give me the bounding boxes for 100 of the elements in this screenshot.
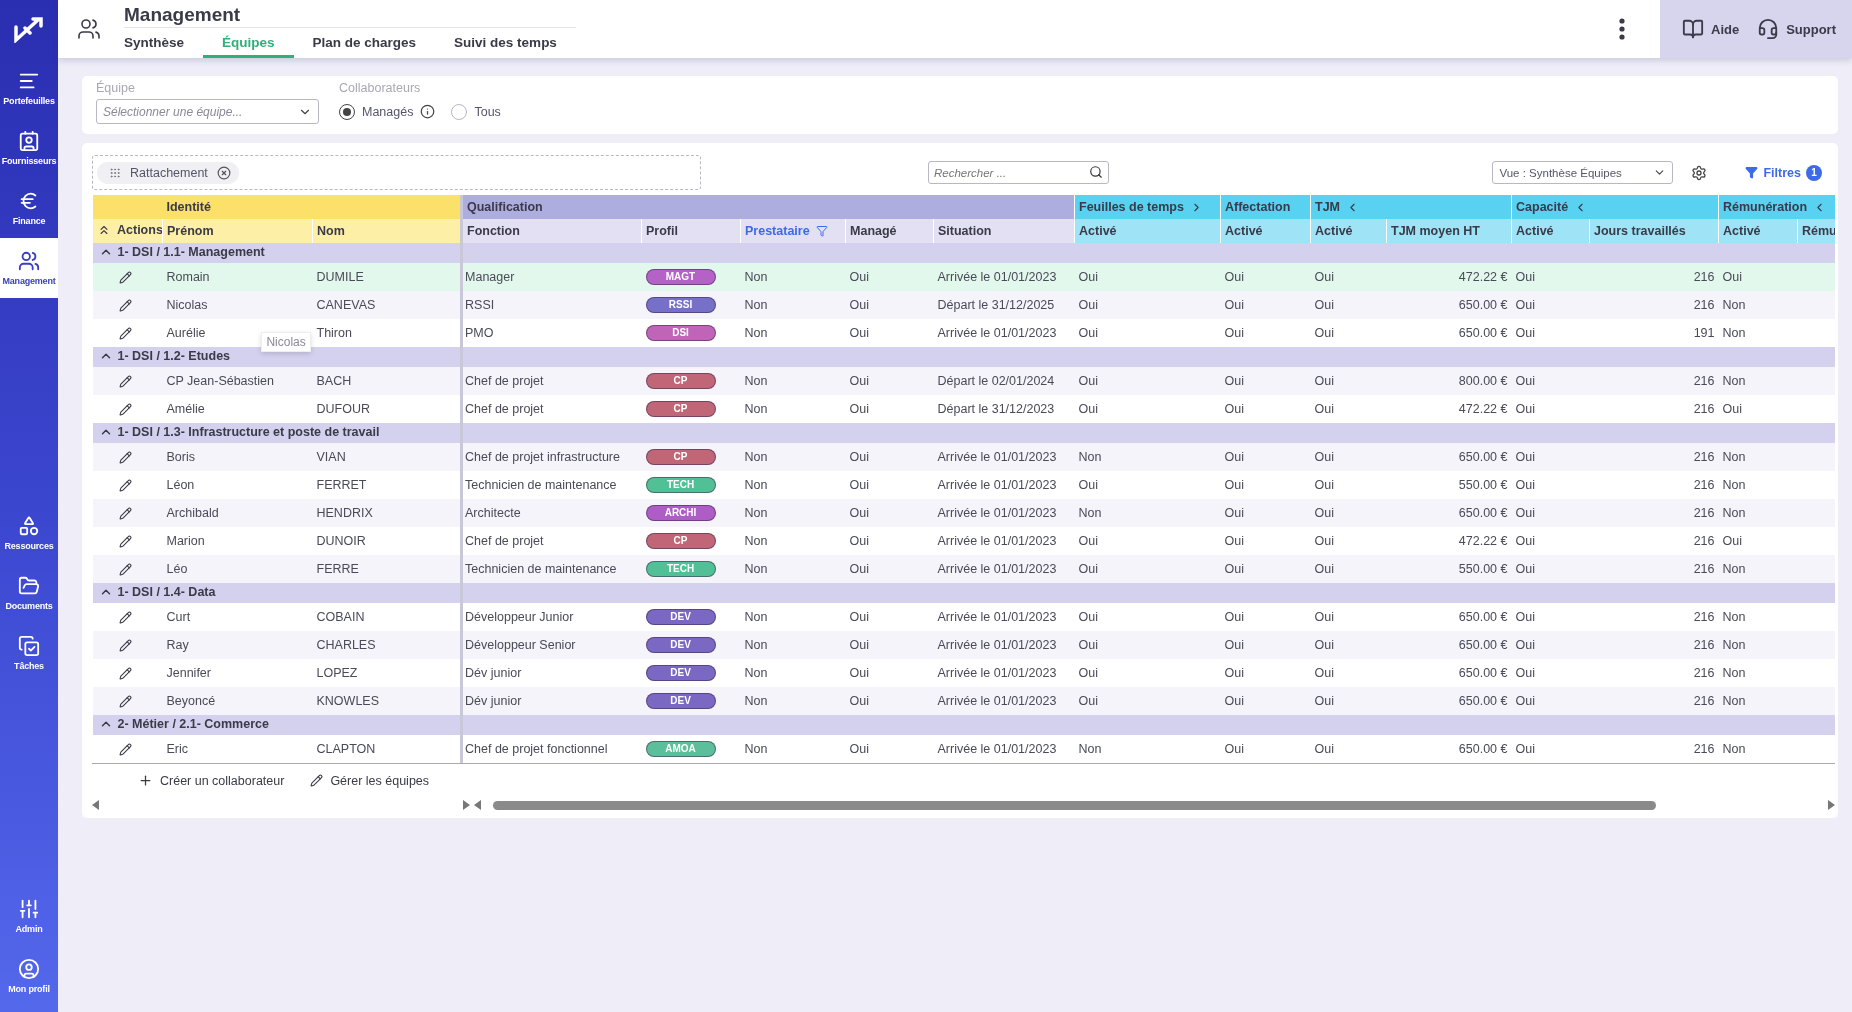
table-cell: Oui — [1074, 471, 1221, 499]
search-field[interactable]: Rechercher ... — [928, 161, 1109, 184]
column-header[interactable]: TJM moyen HT — [1386, 219, 1512, 243]
tab[interactable]: Plan de charges — [293, 28, 436, 58]
table-cell: Ray — [166, 638, 189, 652]
table-cell: Oui — [1074, 395, 1221, 423]
table-cell: Arrivée le 01/01/2023 — [933, 659, 1075, 687]
edit-button[interactable] — [118, 666, 132, 680]
close-icon[interactable] — [216, 165, 231, 180]
edit-button[interactable] — [118, 374, 132, 388]
column-header[interactable]: Situation — [933, 219, 1075, 243]
table-row[interactable]: CP Jean-Sébastien BACH Chef de projet CP Non Oui Départ le 02/01/2024 Oui Oui Oui 800.00 € Oui 216 Non — [92, 367, 1835, 395]
table-row[interactable]: Nicolas CANEVAS RSSI RSSI Non Oui Départ le 31/12/2025 Oui Oui Oui 650.00 € Oui 216 Non — [92, 291, 1835, 319]
pencil-icon — [118, 402, 132, 416]
table-row[interactable]: Boris VIAN Chef de projet infrastructure CP Non Oui Arrivée le 01/01/2023 Non Oui Oui 650.00 € Oui 216 Non — [92, 443, 1835, 471]
table-row[interactable]: Curt COBAIN Développeur Junior DEV Non Oui Arrivée le 01/01/2023 Oui Oui Oui 650.00 € Oui 216 Non — [92, 603, 1835, 631]
edit-button[interactable] — [118, 450, 132, 464]
edit-button[interactable] — [118, 478, 132, 492]
column-group-header: Feuilles de temps — [1079, 200, 1184, 214]
edit-button[interactable] — [118, 534, 132, 548]
filters-button[interactable]: Filtres 1 — [1739, 163, 1828, 182]
edit-button[interactable] — [118, 562, 132, 576]
sidebar-item[interactable]: Admin — [0, 886, 58, 946]
group-chip[interactable]: Rattachement — [97, 161, 239, 184]
table-cell: 550.00 € — [1386, 471, 1512, 499]
column-header[interactable]: Prénom — [162, 219, 313, 243]
table-row[interactable]: Eric CLAPTON Chef de projet fonctionnel AMOA Non Oui Arrivée le 01/01/2023 Non Oui Oui 650.00 € Oui 216 Non — [92, 735, 1835, 763]
column-header[interactable]: Fonction — [461, 219, 642, 243]
sidebar-item[interactable]: Documents — [0, 563, 58, 623]
column-header[interactable]: Managé — [845, 219, 934, 243]
table-row[interactable]: Beyoncé KNOWLES Dév junior DEV Non Oui Arrivée le 01/01/2023 Oui Oui Oui 650.00 € Oui 216 Non — [92, 687, 1835, 715]
table-cell: Arrivée le 01/01/2023 — [933, 471, 1075, 499]
edit-button[interactable] — [118, 270, 132, 284]
table-row[interactable]: Archibald HENDRIX Architecte ARCHI Non Oui Arrivée le 01/01/2023 Non Oui Oui 650.00 € Oui 216 Non — [92, 499, 1835, 527]
table-cell: Curt — [166, 610, 191, 624]
edit-button[interactable] — [118, 298, 132, 312]
sidebar-item[interactable]: Fournisseurs — [0, 118, 58, 178]
column-header[interactable]: Activé — [1074, 219, 1221, 243]
table-row[interactable]: Marion DUNOIR Chef de projet CP Non Oui Arrivée le 01/01/2023 Oui Oui Oui 472.22 € Oui 216 Oui — [92, 527, 1835, 555]
table-cell: Non — [1718, 735, 1798, 763]
scroll-right-arrow[interactable] — [1828, 800, 1835, 810]
table-row[interactable]: Romain DUMILE Manager MAGT Non Oui Arrivée le 01/01/2023 Oui Oui Oui 472.22 € Oui 216 Oui — [92, 263, 1835, 291]
plus-icon — [138, 773, 153, 788]
support-link[interactable]: Support — [1757, 18, 1836, 40]
edit-button[interactable] — [118, 326, 132, 340]
column-header: Actions — [92, 219, 163, 243]
edit-button[interactable] — [118, 742, 132, 756]
column-header[interactable]: Nom — [312, 219, 462, 243]
scroll-left-arrow[interactable] — [92, 800, 99, 810]
table-cell: Oui — [1310, 659, 1387, 687]
column-header[interactable]: Prestataire — [740, 219, 846, 243]
tab[interactable]: Suivi des temps — [435, 28, 576, 58]
edit-button[interactable] — [118, 638, 132, 652]
table-row[interactable]: Ray CHARLES Développeur Senior DEV Non Oui Arrivée le 01/01/2023 Oui Oui Oui 650.00 € Oui 216 Non — [92, 631, 1835, 659]
table-cell: 216 — [1589, 687, 1719, 715]
edit-button[interactable] — [118, 402, 132, 416]
sidebar-item[interactable]: Portefeuilles — [0, 58, 58, 118]
filter-icon[interactable] — [815, 225, 828, 237]
column-group-header: Qualification — [467, 200, 543, 214]
view-select[interactable]: Vue : Synthèse Équipes — [1492, 161, 1674, 184]
column-header[interactable]: Profil — [641, 219, 741, 243]
search-icon[interactable] — [1089, 165, 1103, 179]
pencil-icon — [310, 774, 324, 787]
scroll-right-arrow[interactable] — [463, 800, 470, 810]
sidebar-item[interactable]: Tâches — [0, 623, 58, 683]
table-row[interactable]: Léon FERRET Technicien de maintenance TECH Non Oui Arrivée le 01/01/2023 Oui Oui Oui 550.00 € Oui 216 Non — [92, 471, 1835, 499]
table-row[interactable]: Léo FERRE Technicien de maintenance TECH Non Oui Arrivée le 01/01/2023 Oui Oui Oui 550.00 € Oui 216 Non — [92, 555, 1835, 583]
table-row[interactable]: Jennifer LOPEZ Dév junior DEV Non Oui Arrivée le 01/01/2023 Oui Oui Oui 650.00 € Oui 216 Non — [92, 659, 1835, 687]
table-cell: Oui — [845, 687, 934, 715]
column-header[interactable]: Activé — [1718, 219, 1798, 243]
profile-tag: AMOA — [645, 741, 716, 757]
table-cell: 216 — [1589, 395, 1719, 423]
table-cell: 216 — [1589, 735, 1719, 763]
column-header[interactable]: Activé — [1220, 219, 1311, 243]
checked-copy-icon — [18, 635, 40, 657]
scroll-left-arrow[interactable] — [474, 800, 481, 810]
pencil-icon — [118, 374, 132, 388]
table-cell: Non — [1718, 319, 1798, 347]
table-cell: Oui — [1718, 527, 1798, 555]
column-header[interactable]: Activé — [1511, 219, 1590, 243]
column-header[interactable]: Activé — [1310, 219, 1387, 243]
help-link[interactable]: Aide — [1682, 18, 1740, 40]
sidebar-item[interactable]: Ressources — [0, 503, 58, 563]
scrollbar-thumb[interactable] — [493, 800, 1656, 810]
sidebar-item[interactable]: Mon profil — [0, 946, 58, 1006]
table-row[interactable]: Amélie DUFOUR Chef de projet CP Non Oui Départ le 31/12/2023 Oui Oui Oui 472.22 € Oui 216 Oui — [92, 395, 1835, 423]
table-cell: 650.00 € — [1386, 631, 1512, 659]
edit-button[interactable] — [118, 506, 132, 520]
manage-link[interactable]: Gérer les équipes — [310, 773, 430, 788]
info-icon[interactable] — [420, 104, 436, 119]
sidebar-item[interactable]: Management — [0, 238, 58, 298]
column-header[interactable]: Jours travaillés — [1589, 219, 1719, 243]
table-cell: Oui — [845, 555, 934, 583]
team-select[interactable]: Sélectionner une équipe... — [96, 99, 319, 124]
sidebar-item[interactable]: Finance — [0, 178, 58, 238]
table-cell: Oui — [1511, 471, 1590, 499]
tab[interactable]: Synthèse — [120, 28, 204, 58]
create-link[interactable]: Créer un collaborateur — [138, 773, 285, 788]
edit-button[interactable] — [118, 694, 132, 708]
edit-button[interactable] — [118, 610, 132, 624]
